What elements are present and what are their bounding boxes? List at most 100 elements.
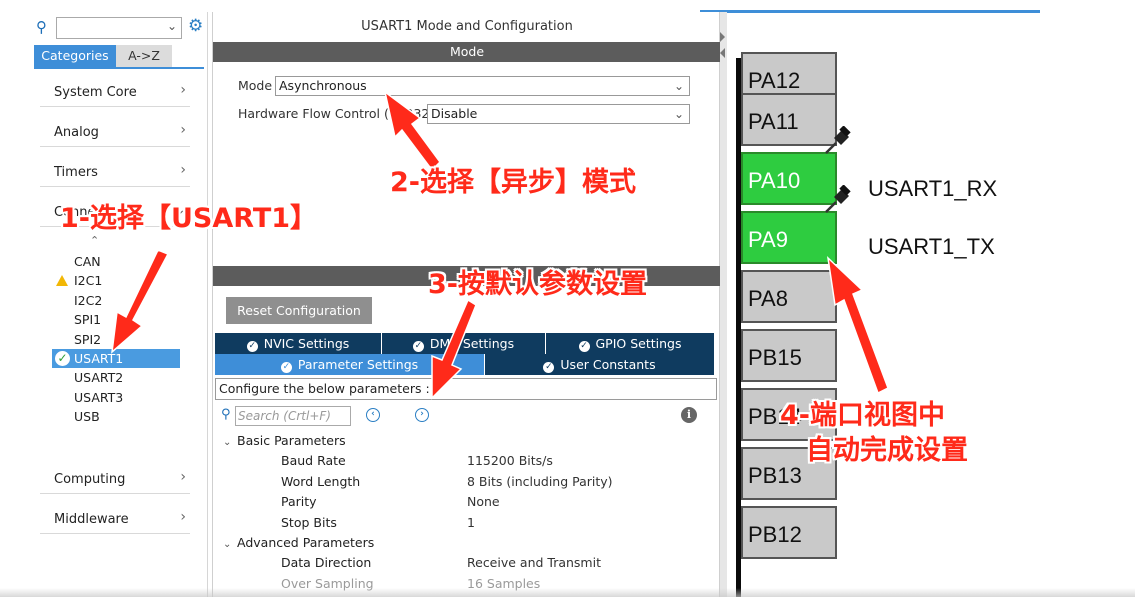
arrow-to-pins bbox=[826, 255, 889, 395]
sidebar-item-timers[interactable]: Timers › bbox=[40, 157, 190, 187]
advanced-parameters-group[interactable]: ⌄ Advanced Parameters bbox=[223, 535, 374, 550]
next-match-icon[interactable]: › bbox=[415, 408, 429, 422]
search-icon[interactable]: ⚲ bbox=[36, 18, 47, 36]
sidebar-item-label: Timers bbox=[54, 165, 98, 180]
mode-section-header: Mode bbox=[213, 42, 721, 62]
splitter-expand-icon[interactable] bbox=[720, 32, 725, 42]
splitter-collapse-icon[interactable] bbox=[720, 48, 725, 58]
list-item-label: I2C1 bbox=[74, 273, 103, 289]
search-icon[interactable]: ⚲ bbox=[221, 407, 231, 422]
param-value[interactable]: 1 bbox=[467, 515, 475, 530]
chevron-down-icon[interactable]: ⌄ bbox=[223, 539, 237, 550]
panel-title: USART1 Mode and Configuration bbox=[361, 19, 573, 34]
check-circle-icon: ✓ bbox=[55, 350, 70, 366]
hwfc-select[interactable]: Disable ⌄ bbox=[427, 104, 690, 124]
top-accent-line bbox=[700, 10, 1040, 13]
sidebar-item-analog[interactable]: Analog › bbox=[40, 117, 190, 147]
parameter-search-input[interactable]: Search (Crtl+F) bbox=[235, 406, 351, 426]
bottom-edge-shadow bbox=[0, 588, 1135, 597]
mode-select[interactable]: Asynchronous ⌄ bbox=[275, 76, 690, 96]
tab-categories[interactable]: Categories bbox=[34, 45, 116, 67]
hwfc-select-value: Disable bbox=[431, 106, 478, 121]
connectivity-list: CAN I2C1 I2C2 SPI1 SPI2 ✓ USART1 USART2 U… bbox=[52, 252, 182, 427]
list-item-i2c2[interactable]: I2C2 bbox=[52, 291, 182, 310]
hwfc-label: Hardware Flow Control (RS232) bbox=[238, 106, 435, 121]
chevron-down-icon[interactable]: ⌄ bbox=[167, 19, 177, 33]
annotation-step-4-line2: 自动完成设置 bbox=[806, 435, 968, 466]
param-value[interactable]: 115200 Bits/s bbox=[467, 453, 553, 468]
reset-configuration-button[interactable]: Reset Configuration bbox=[226, 297, 372, 324]
check-circle-icon: ✓ bbox=[578, 341, 590, 352]
tab-gpio-settings[interactable]: ✓ GPIO Settings bbox=[546, 333, 714, 354]
list-item-i2c1[interactable]: I2C1 bbox=[52, 271, 182, 290]
sidebar-item-label: System Core bbox=[54, 85, 137, 100]
tab-label: DMA Settings bbox=[429, 336, 515, 351]
param-value[interactable]: None bbox=[467, 494, 500, 509]
param-value[interactable]: 8 Bits (including Parity) bbox=[467, 474, 613, 489]
list-item-usart1[interactable]: ✓ USART1 bbox=[52, 348, 180, 369]
annotation-step-4-line1: 4-端口视图中 bbox=[780, 400, 945, 431]
param-key: Baud Rate bbox=[281, 453, 346, 468]
sidebar-search-combobox[interactable]: ⌄ bbox=[56, 17, 182, 39]
list-item-usb[interactable]: USB bbox=[52, 407, 182, 426]
warning-icon bbox=[56, 275, 68, 287]
tab-parameter-settings[interactable]: ✓ Parameter Settings bbox=[215, 354, 484, 375]
check-circle-icon: ✓ bbox=[280, 362, 292, 373]
previous-match-icon[interactable]: ‹ bbox=[366, 408, 380, 422]
chevron-down-icon[interactable]: ⌄ bbox=[223, 437, 237, 448]
chevron-right-icon: › bbox=[180, 122, 186, 138]
gear-icon[interactable]: ⚙ bbox=[188, 16, 203, 36]
group-label: Advanced Parameters bbox=[237, 535, 375, 550]
param-row-data-direction[interactable]: Data Direction Receive and Transmit bbox=[281, 555, 711, 575]
tab-nvic-settings[interactable]: ✓ NVIC Settings bbox=[215, 333, 381, 354]
pin-pb12[interactable]: PB12 bbox=[741, 506, 837, 559]
param-row-word-length[interactable]: Word Length 8 Bits (including Parity) bbox=[281, 474, 711, 494]
pin-pa9[interactable]: PA9 bbox=[741, 211, 837, 264]
pin-label-usart1-rx: USART1_RX bbox=[868, 176, 998, 201]
tab-label: NVIC Settings bbox=[263, 336, 350, 351]
chevron-down-icon[interactable]: ⌄ bbox=[674, 105, 684, 123]
annotation-step-3: 3-按默认参数设置 bbox=[428, 269, 647, 300]
annotation-step-2: 2-选择【异步】模式 bbox=[390, 167, 636, 198]
annotation-step-1: 1-选择【USART1】 bbox=[60, 203, 318, 234]
list-item-usart3[interactable]: USART3 bbox=[52, 388, 182, 407]
chevron-down-icon[interactable]: ⌄ bbox=[674, 77, 684, 95]
pushpin-icon bbox=[825, 185, 851, 213]
chevron-right-icon: › bbox=[180, 82, 186, 98]
chevron-right-icon: › bbox=[180, 162, 186, 178]
pin-pb15[interactable]: PB15 bbox=[741, 329, 837, 382]
tabs-underline bbox=[34, 67, 204, 69]
param-key: Word Length bbox=[281, 474, 361, 489]
basic-parameters-group[interactable]: ⌄ Basic Parameters bbox=[223, 433, 346, 448]
param-key: Stop Bits bbox=[281, 515, 337, 530]
list-item-label: USART1 bbox=[74, 350, 124, 366]
configure-instruction: Configure the below parameters : bbox=[215, 378, 717, 400]
sidebar-item-system-core[interactable]: System Core › bbox=[40, 77, 190, 107]
check-circle-icon: ✓ bbox=[246, 341, 258, 352]
mode-select-value: Asynchronous bbox=[279, 78, 367, 93]
param-value[interactable]: Receive and Transmit bbox=[467, 555, 601, 570]
sidebar-item-computing[interactable]: Computing › bbox=[40, 464, 190, 494]
sort-caret-icon[interactable]: ⌃ bbox=[90, 234, 99, 247]
panel-splitter[interactable] bbox=[720, 12, 727, 597]
chevron-right-icon: › bbox=[180, 469, 186, 485]
tab-a-to-z[interactable]: A->Z bbox=[116, 45, 172, 67]
chevron-right-icon: › bbox=[180, 509, 186, 525]
list-item-can[interactable]: CAN bbox=[52, 252, 182, 271]
param-row-parity[interactable]: Parity None bbox=[281, 494, 711, 514]
param-row-stop-bits[interactable]: Stop Bits 1 bbox=[281, 515, 711, 535]
param-row-baud-rate[interactable]: Baud Rate 115200 Bits/s bbox=[281, 453, 711, 473]
tab-label: GPIO Settings bbox=[595, 336, 682, 351]
list-item-spi2[interactable]: SPI2 bbox=[52, 330, 182, 349]
list-item-usart2[interactable]: USART2 bbox=[52, 368, 182, 387]
info-icon[interactable]: i bbox=[681, 407, 697, 423]
pin-pa8[interactable]: PA8 bbox=[741, 270, 837, 323]
tab-user-constants[interactable]: ✓ User Constants bbox=[485, 354, 714, 375]
category-sidebar: ⚲ ⌄ ⚙ Categories A->Z System Core › Anal… bbox=[30, 12, 208, 597]
list-item-spi1[interactable]: SPI1 bbox=[52, 310, 182, 329]
sidebar-search-row: ⚲ ⌄ ⚙ bbox=[34, 16, 206, 40]
sidebar-item-label: Middleware bbox=[54, 512, 129, 527]
sidebar-item-middleware[interactable]: Middleware › bbox=[40, 504, 190, 534]
check-circle-icon: ✓ bbox=[412, 341, 424, 352]
tab-dma-settings[interactable]: ✓ DMA Settings bbox=[382, 333, 545, 354]
